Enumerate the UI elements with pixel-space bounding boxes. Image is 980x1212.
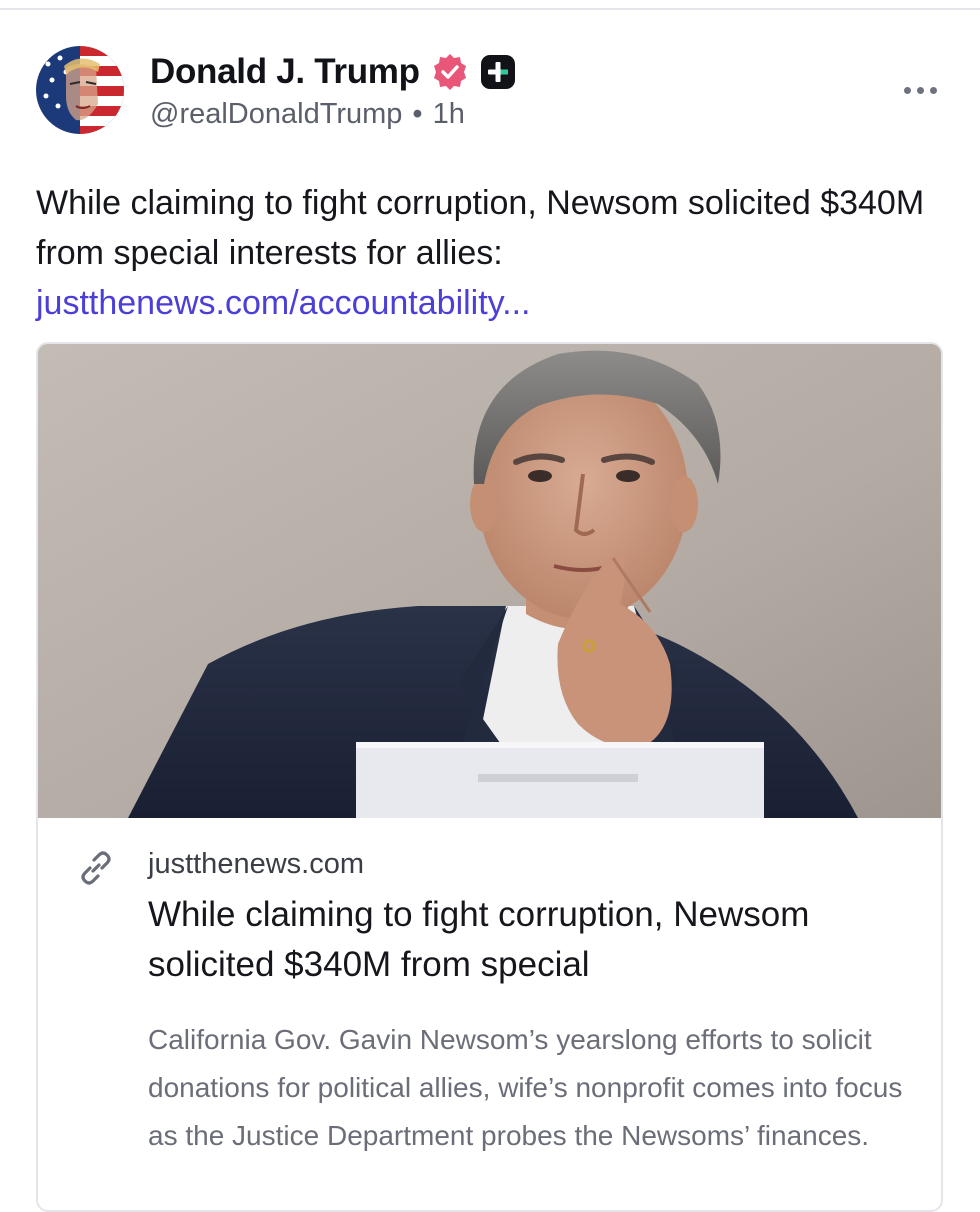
- post-link[interactable]: justthenews.com/accountability...: [36, 278, 936, 328]
- plus-badge-icon: [480, 55, 515, 89]
- verified-icon: [433, 54, 466, 90]
- link-preview-domain: justthenews.com: [148, 848, 364, 880]
- link-icon: [81, 851, 111, 885]
- author-handle-row: @realDonaldTrump • 1h: [150, 98, 465, 131]
- more-dot: [903, 86, 911, 94]
- author-handle[interactable]: @realDonaldTrump: [150, 98, 402, 131]
- more-icon[interactable]: [900, 80, 940, 100]
- author-display-name[interactable]: Donald J. Trump: [150, 52, 420, 92]
- post-body: While claiming to fight corruption, News…: [36, 184, 925, 272]
- link-preview-description: California Gov. Gavin Newsom’s yearslong…: [148, 1024, 903, 1151]
- post: Donald J. Trump @realDonaldTrump • 1h Wh…: [0, 10, 980, 1212]
- meta-separator: •: [412, 98, 423, 130]
- post-text: While claiming to fight corruption, News…: [36, 178, 936, 328]
- link-preview-image: [38, 344, 941, 818]
- more-dot: [916, 86, 924, 94]
- post-time[interactable]: 1h: [433, 98, 465, 131]
- link-preview-card[interactable]: justthenews.com While claiming to fight …: [36, 342, 943, 1212]
- more-dot: [929, 86, 937, 94]
- avatar-image: [36, 46, 124, 134]
- avatar[interactable]: [36, 46, 124, 134]
- link-preview-title[interactable]: While claiming to fight corruption, News…: [148, 890, 908, 990]
- author-name-row: Donald J. Trump: [150, 50, 516, 94]
